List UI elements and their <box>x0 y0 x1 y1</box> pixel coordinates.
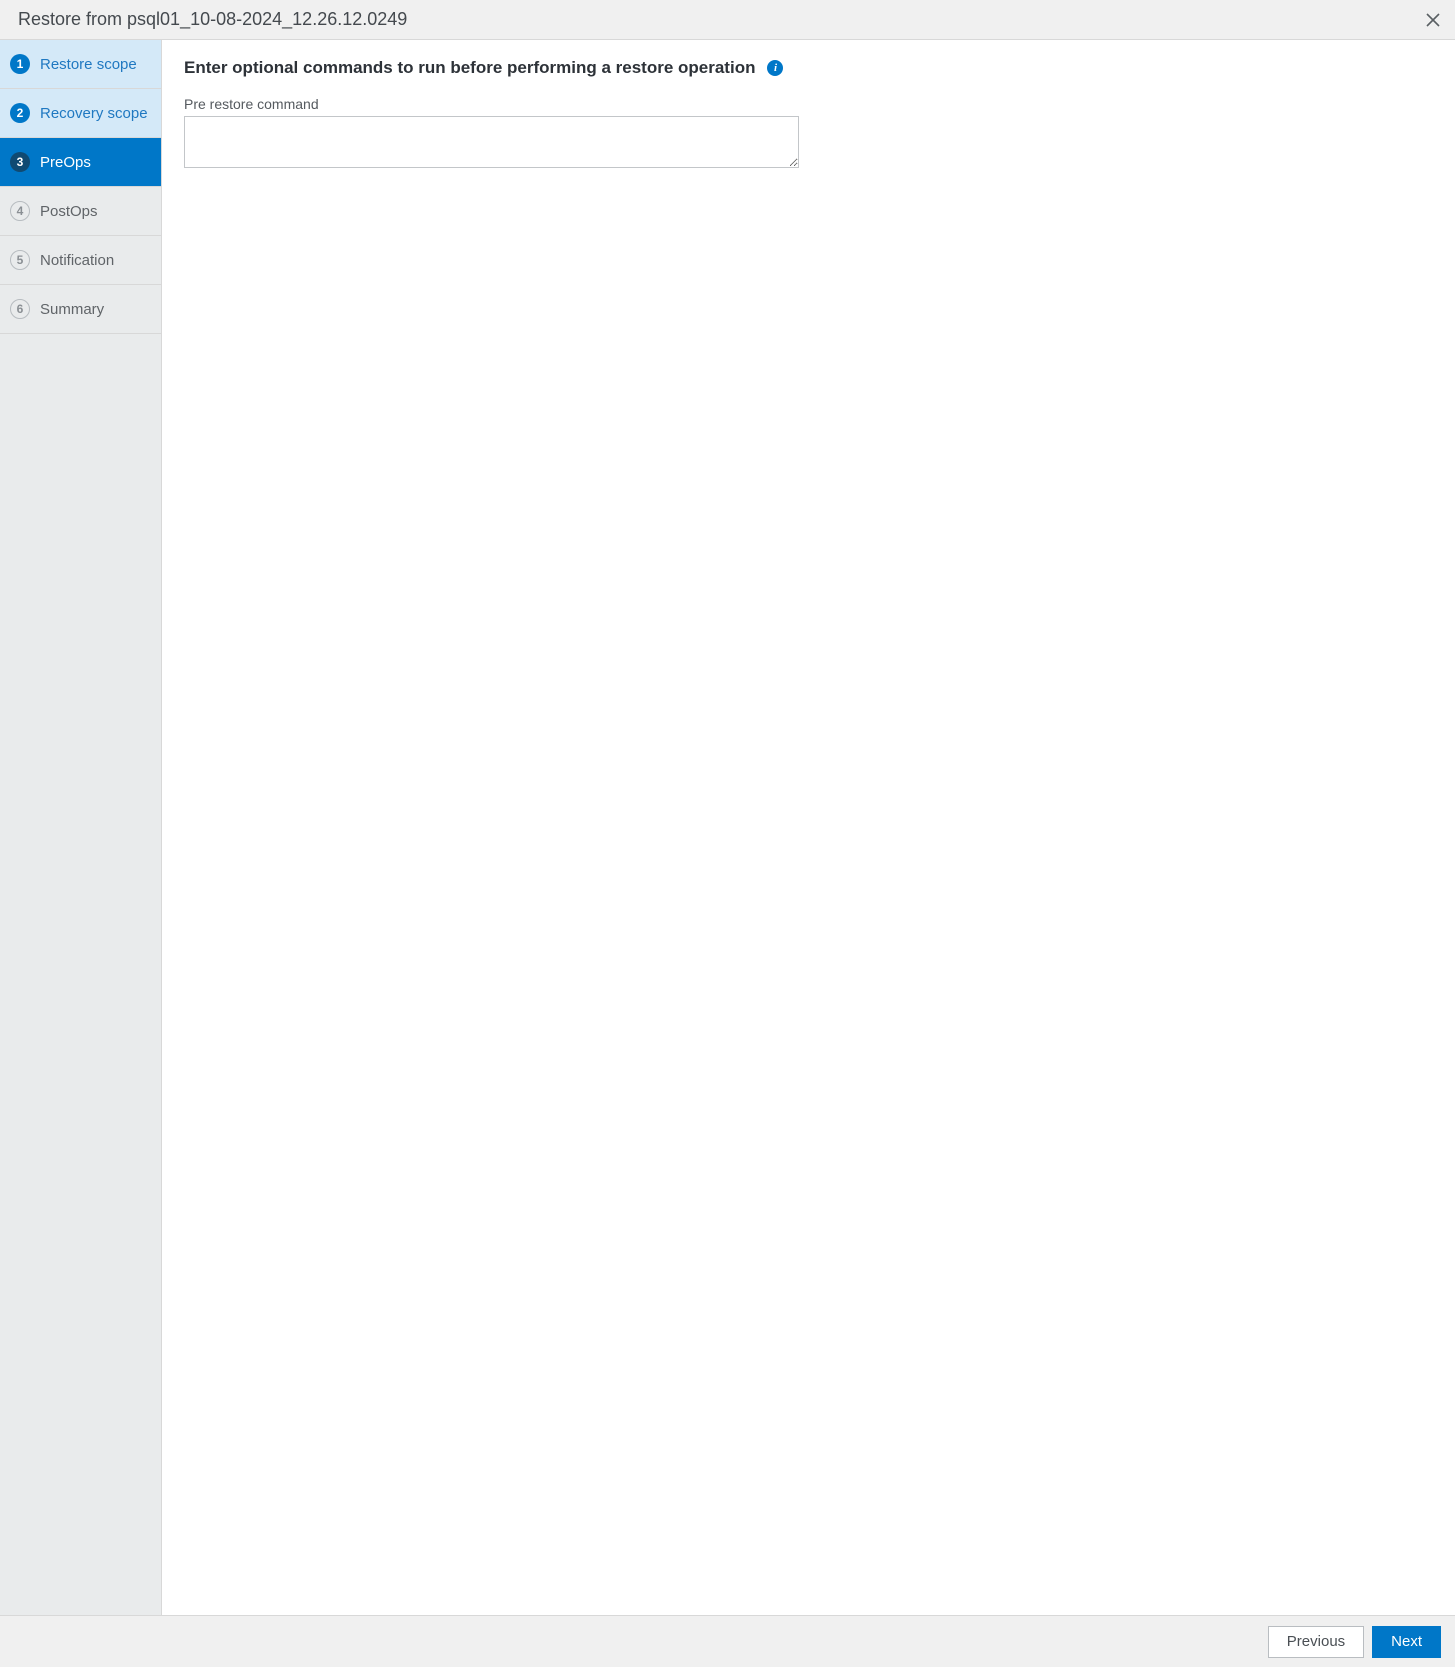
previous-button[interactable]: Previous <box>1268 1626 1364 1658</box>
main-heading: Enter optional commands to run before pe… <box>184 58 755 78</box>
step-label: Recovery scope <box>40 105 148 122</box>
wizard-sidebar: 1 Restore scope 2 Recovery scope 3 PreOp… <box>0 40 162 1615</box>
info-icon[interactable]: i <box>767 60 783 76</box>
step-number: 2 <box>10 103 30 123</box>
pre-restore-command-input[interactable] <box>184 116 799 168</box>
step-label: PostOps <box>40 203 98 220</box>
step-postops[interactable]: 4 PostOps <box>0 187 161 236</box>
step-label: PreOps <box>40 154 91 171</box>
step-label: Restore scope <box>40 56 137 73</box>
dialog-body: 1 Restore scope 2 Recovery scope 3 PreOp… <box>0 40 1455 1615</box>
close-icon[interactable] <box>1423 10 1443 30</box>
step-number: 3 <box>10 152 30 172</box>
main-heading-row: Enter optional commands to run before pe… <box>184 58 1433 78</box>
step-preops[interactable]: 3 PreOps <box>0 138 161 187</box>
next-button[interactable]: Next <box>1372 1626 1441 1658</box>
step-number: 6 <box>10 299 30 319</box>
step-number: 4 <box>10 201 30 221</box>
step-label: Summary <box>40 301 104 318</box>
dialog-footer: Previous Next <box>0 1615 1455 1667</box>
step-notification[interactable]: 5 Notification <box>0 236 161 285</box>
dialog-header: Restore from psql01_10-08-2024_12.26.12.… <box>0 0 1455 40</box>
step-recovery-scope[interactable]: 2 Recovery scope <box>0 89 161 138</box>
step-restore-scope[interactable]: 1 Restore scope <box>0 40 161 89</box>
dialog-title: Restore from psql01_10-08-2024_12.26.12.… <box>18 9 407 30</box>
step-number: 5 <box>10 250 30 270</box>
step-summary[interactable]: 6 Summary <box>0 285 161 334</box>
wizard-main: Enter optional commands to run before pe… <box>162 40 1455 1615</box>
pre-restore-command-label: Pre restore command <box>184 96 1433 112</box>
step-label: Notification <box>40 252 114 269</box>
step-number: 1 <box>10 54 30 74</box>
